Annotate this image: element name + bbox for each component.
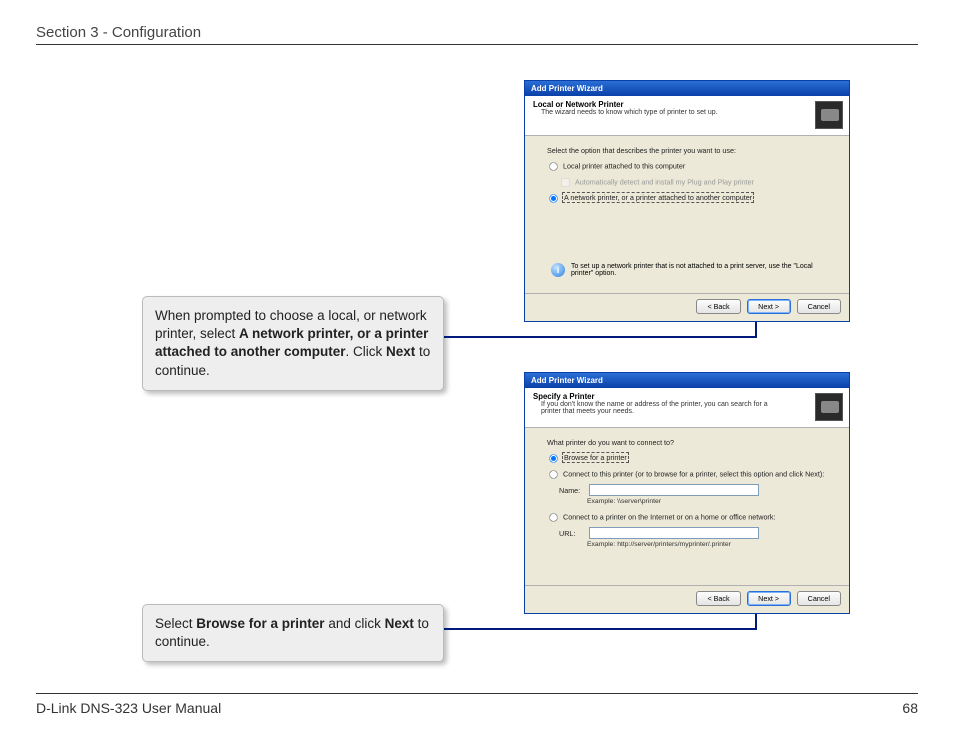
radio-browse-printer[interactable]: Browse for a printer: [547, 452, 833, 465]
dialog-title: Add Printer Wizard: [525, 81, 849, 96]
url-example: Example: http://server/printers/myprinte…: [587, 541, 833, 548]
prompt-text: What printer do you want to connect to?: [547, 438, 833, 447]
banner-subtitle: If you don't know the name or address of…: [533, 401, 783, 415]
info-icon: i: [551, 263, 565, 277]
radio-input[interactable]: [549, 454, 557, 462]
banner-title: Specify a Printer: [533, 392, 841, 401]
printer-icon: [815, 393, 843, 421]
callout-bold: Next: [385, 616, 414, 631]
add-printer-wizard-dialog-1: Add Printer Wizard Local or Network Prin…: [524, 80, 850, 322]
dialog-body: What printer do you want to connect to? …: [525, 428, 849, 556]
url-input[interactable]: [589, 527, 759, 539]
radio-label: Connect to this printer (or to browse fo…: [563, 469, 824, 478]
printer-icon: [815, 101, 843, 129]
banner-title: Local or Network Printer: [533, 100, 841, 109]
callout-text: . Click: [346, 344, 387, 359]
radio-connect-url[interactable]: Connect to a printer on the Internet or …: [547, 511, 833, 524]
radio-input[interactable]: [549, 513, 557, 521]
page-number: 68: [902, 700, 918, 716]
dialog-banner: Specify a Printer If you don't know the …: [525, 388, 849, 428]
manual-title: D-Link DNS-323 User Manual: [36, 700, 221, 716]
cancel-button[interactable]: Cancel: [797, 299, 841, 314]
next-button[interactable]: Next >: [747, 591, 791, 606]
cancel-button[interactable]: Cancel: [797, 591, 841, 606]
next-button[interactable]: Next >: [747, 299, 791, 314]
name-input[interactable]: [589, 484, 759, 496]
add-printer-wizard-dialog-2: Add Printer Wizard Specify a Printer If …: [524, 372, 850, 614]
banner-subtitle: The wizard needs to know which type of p…: [533, 109, 783, 116]
button-bar: < Back Next > Cancel: [525, 585, 849, 613]
rule-top: [36, 44, 918, 45]
radio-input[interactable]: [549, 194, 557, 202]
field-label: URL:: [559, 529, 585, 538]
field-url: URL:: [559, 527, 833, 539]
radio-input[interactable]: [549, 470, 557, 478]
checkbox-auto-detect: Automatically detect and install my Plug…: [559, 176, 833, 189]
radio-connect-name[interactable]: Connect to this printer (or to browse fo…: [547, 468, 833, 481]
dialog-banner: Local or Network Printer The wizard need…: [525, 96, 849, 136]
callout-text: and click: [325, 616, 385, 631]
radio-input[interactable]: [549, 162, 557, 170]
checkbox-input: [561, 178, 569, 186]
checkbox-label: Automatically detect and install my Plug…: [575, 177, 754, 186]
prompt-text: Select the option that describes the pri…: [547, 146, 833, 155]
radio-label: Local printer attached to this computer: [563, 161, 685, 170]
callout-browse-printer: Select Browse for a printer and click Ne…: [142, 604, 444, 662]
callout-network-printer: When prompted to choose a local, or netw…: [142, 296, 444, 391]
radio-network-printer[interactable]: A network printer, or a printer attached…: [547, 192, 833, 205]
callout-bold: Browse for a printer: [196, 616, 324, 631]
dialog-body: Select the option that describes the pri…: [525, 136, 849, 216]
name-example: Example: \\server\printer: [587, 498, 833, 505]
back-button[interactable]: < Back: [696, 591, 740, 606]
info-note: i To set up a network printer that is no…: [551, 263, 833, 277]
connector-line: [444, 628, 757, 630]
button-bar: < Back Next > Cancel: [525, 293, 849, 321]
field-name: Name:: [559, 484, 833, 496]
info-text: To set up a network printer that is not …: [571, 263, 831, 277]
rule-bottom: [36, 693, 918, 694]
radio-label: Browse for a printer: [563, 453, 628, 462]
callout-bold: Next: [386, 344, 415, 359]
dialog-title: Add Printer Wizard: [525, 373, 849, 388]
connector-line: [444, 336, 757, 338]
section-header: Section 3 - Configuration: [36, 24, 918, 41]
radio-local-printer[interactable]: Local printer attached to this computer: [547, 160, 833, 173]
radio-label: Connect to a printer on the Internet or …: [563, 512, 775, 521]
back-button[interactable]: < Back: [696, 299, 740, 314]
callout-text: Select: [155, 616, 196, 631]
field-label: Name:: [559, 486, 585, 495]
radio-label: A network printer, or a printer attached…: [563, 193, 753, 202]
